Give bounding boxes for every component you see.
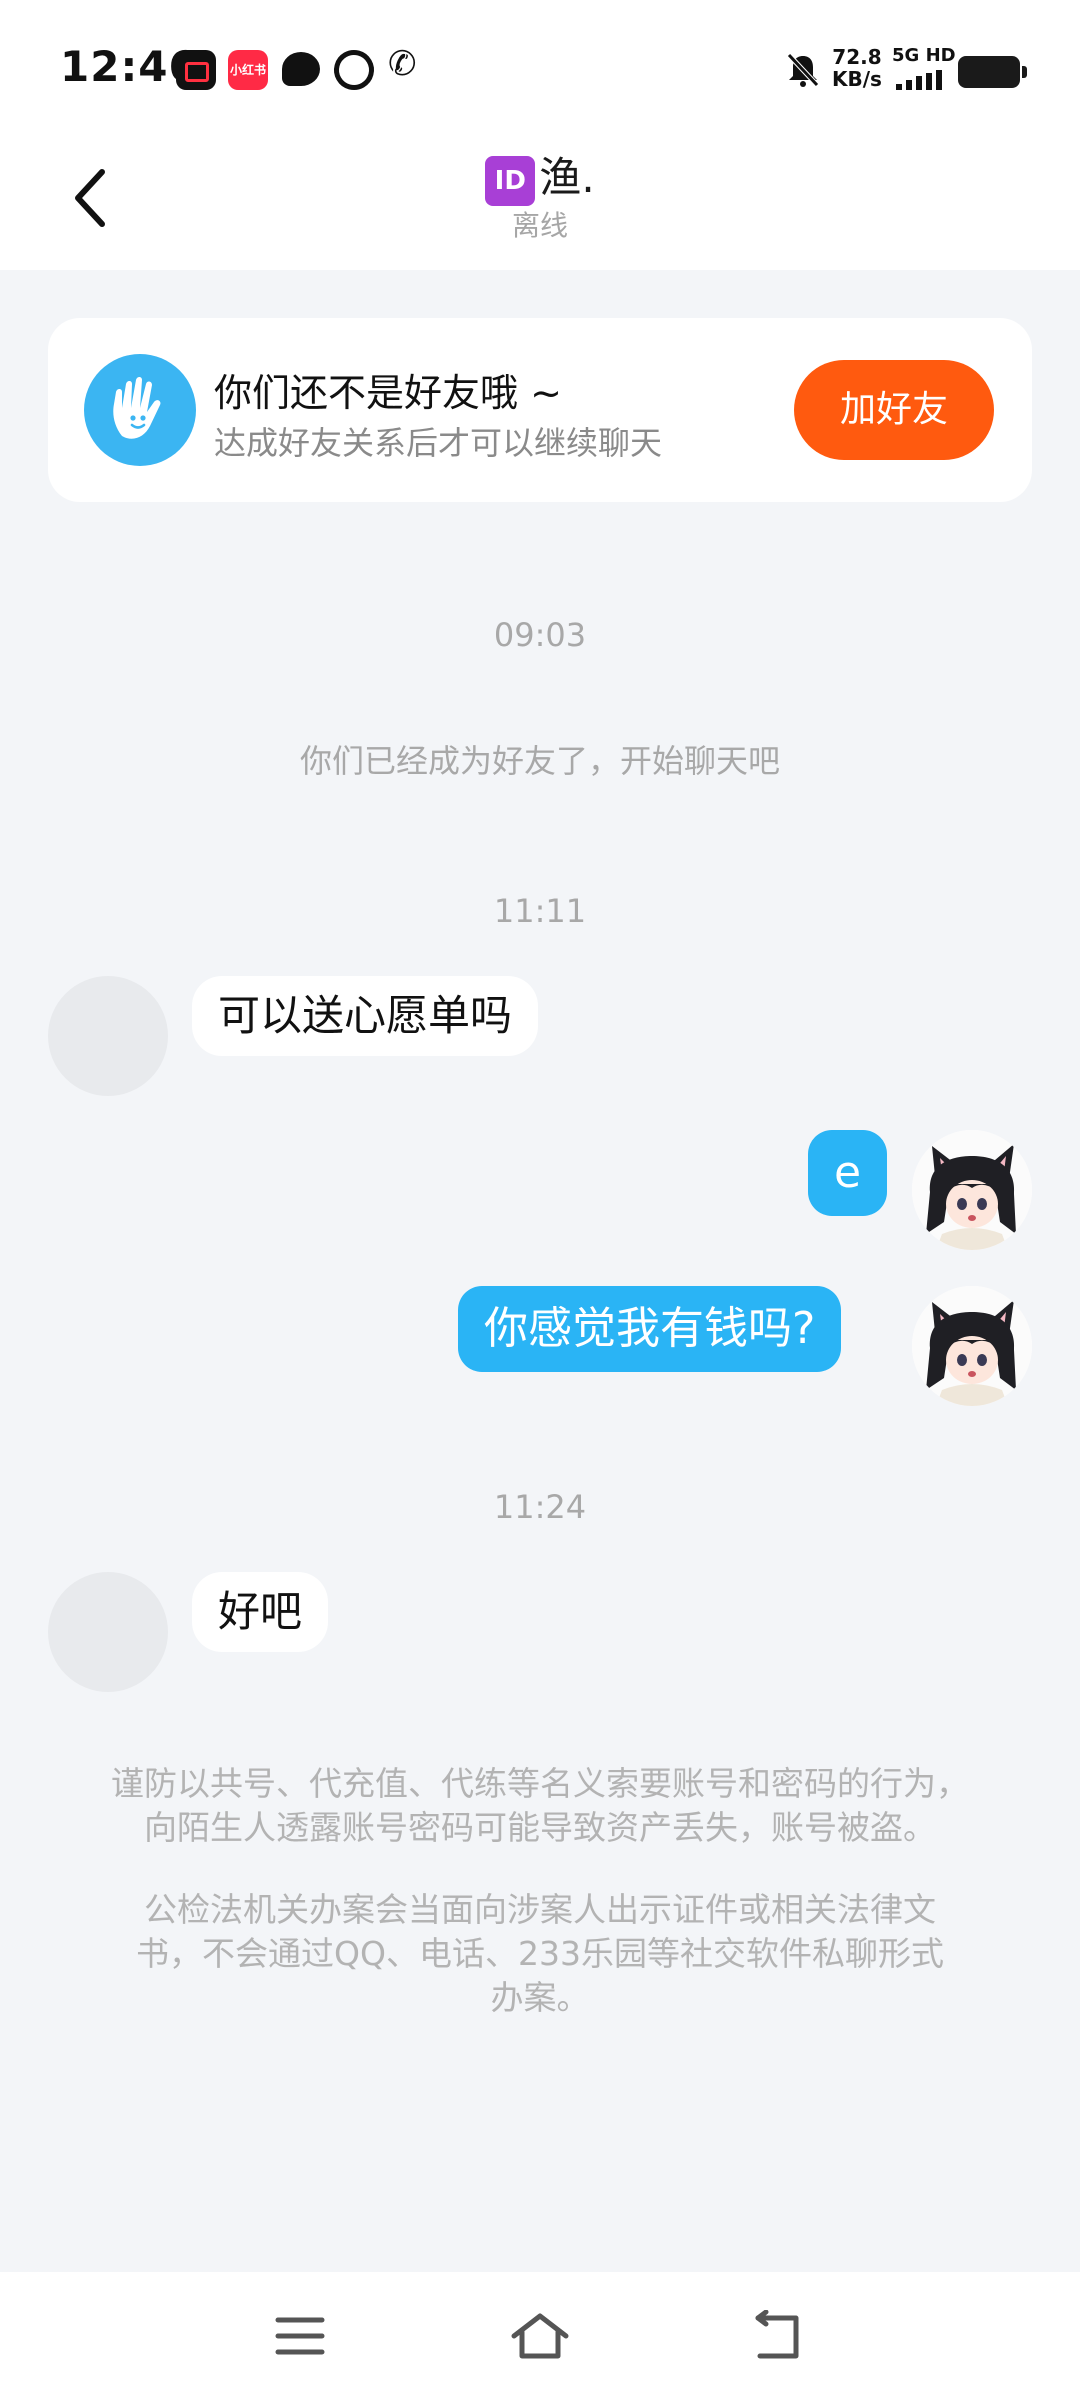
message-bubble-outgoing[interactable]: 你感觉我有钱吗?: [458, 1286, 842, 1372]
network-speed-unit: KB/s: [832, 67, 882, 91]
signal-bars-icon: [896, 70, 942, 90]
timestamp: 11:24: [493, 1488, 587, 1526]
contact-name[interactable]: ID 渔.: [0, 144, 1080, 206]
my-avatar[interactable]: [912, 1286, 1032, 1406]
network-speed: 72.8 KB/s: [832, 46, 882, 90]
safety-notice-police: 公检法机关办案会当面向涉案人出示证件或相关法律文 书，不会通过QQ、电话、233…: [60, 1888, 1020, 2020]
sync-icon: [326, 42, 382, 98]
contact-avatar[interactable]: [48, 1572, 168, 1692]
message-bubble-incoming[interactable]: 可以送心愿单吗: [192, 976, 539, 1056]
status-bar: 12:46 小红书 ✆ 72.8 KB/s 5G HD: [0, 0, 1080, 130]
battery-icon: [958, 56, 1027, 88]
back-nav-icon[interactable]: [750, 2310, 810, 2362]
contact-status: 离线: [511, 209, 568, 242]
contact-avatar[interactable]: [48, 976, 168, 1096]
id-badge-icon: ID: [485, 155, 536, 206]
message-icon: [282, 52, 320, 86]
system-navigation-bar: [0, 2272, 1080, 2400]
add-friend-card: 你们还不是好友哦 ~ 达成好友关系后才可以继续聊天 加好友: [48, 318, 1032, 502]
network-speed-value: 72.8: [832, 45, 882, 69]
menu-icon[interactable]: [270, 2310, 330, 2362]
system-message: 你们已经成为好友了，开始聊天吧: [299, 742, 780, 780]
notice-line: 向陌生人透露账号密码可能导致资产丢失，账号被盗。: [144, 1808, 936, 1847]
notice-line: 谨防以共号、代充值、代练等名义索要账号和密码的行为，: [111, 1764, 969, 1803]
safety-notice-account: 谨防以共号、代充值、代练等名义索要账号和密码的行为， 向陌生人透露账号密码可能导…: [60, 1762, 1020, 1850]
network-type: 5G HD: [892, 45, 956, 66]
missed-call-icon: ✆: [388, 44, 417, 84]
notice-line: 公检法机关办案会当面向涉案人出示证件或相关法律文: [144, 1890, 936, 1929]
contact-name-text: 渔.: [539, 153, 595, 202]
notice-line: 办案。: [490, 1978, 590, 2017]
message-bubble-incoming[interactable]: 好吧: [192, 1572, 329, 1652]
screen-record-icon: [176, 50, 216, 90]
my-avatar[interactable]: [912, 1130, 1032, 1250]
notice-line: 书，不会通过QQ、电话、233乐园等社交软件私聊形式: [136, 1934, 944, 1973]
add-friend-button[interactable]: 加好友: [794, 360, 994, 460]
timestamp: 09:03: [493, 616, 587, 654]
timestamp: 11:11: [493, 892, 587, 930]
chat-header: ID 渔. 离线: [0, 130, 1080, 270]
xiaohongshu-icon: 小红书: [228, 50, 268, 90]
wave-hand-icon: [84, 354, 196, 466]
home-icon[interactable]: [510, 2310, 570, 2362]
friend-card-subtitle: 达成好友关系后才可以继续聊天: [214, 424, 663, 462]
friend-card-title: 你们还不是好友哦 ~: [214, 371, 562, 415]
mute-bell-icon: [787, 53, 819, 87]
message-bubble-outgoing[interactable]: e: [808, 1130, 888, 1216]
